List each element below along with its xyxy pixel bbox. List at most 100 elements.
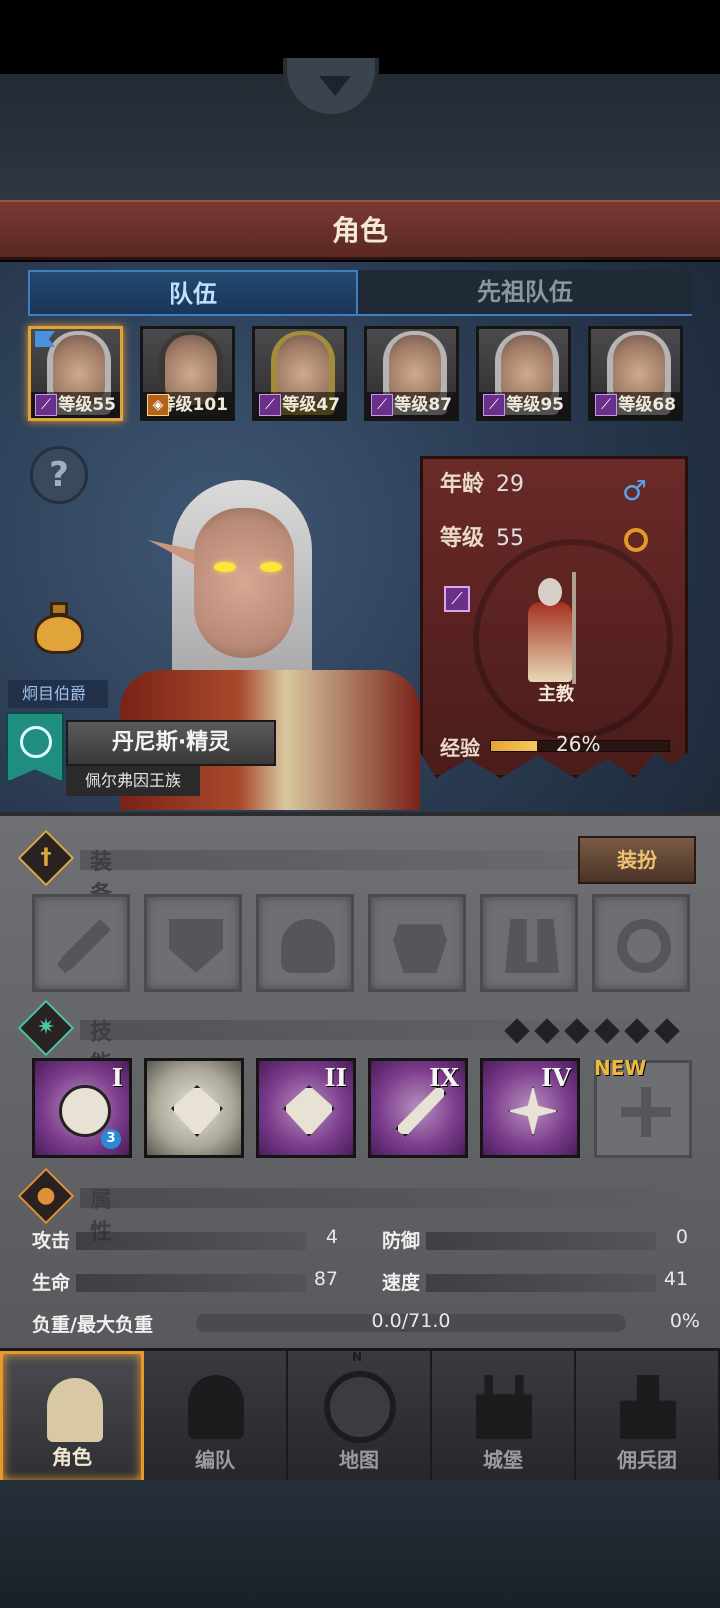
person-icon: ● [36,1183,56,1208]
title-bar: 角色 [0,200,720,260]
xp-label: 经验 [440,736,480,760]
nav-castle[interactable]: 城堡 [432,1351,576,1483]
equip-slot-armor[interactable] [368,894,466,992]
nav-mercenaries[interactable]: 佣兵团 [576,1351,720,1483]
skill-holy-star[interactable]: IV [480,1058,580,1158]
skill-badge: 3 [101,1129,121,1149]
load-value: 0.0/71.0 [371,1310,451,1332]
speed-value: 41 [663,1268,688,1290]
attack-stat: 攻击 4 [32,1226,338,1254]
xp-percent: 26% [556,732,601,756]
nav-map[interactable]: 地图 [288,1351,432,1483]
staff-icon: ⟋ [259,394,281,416]
sword-icon [57,919,111,973]
age-value: 29 [496,472,525,497]
helmet-icon [281,919,335,973]
nav-label: 地图 [339,1448,379,1472]
dress-button[interactable]: 装扮 [578,836,696,884]
hp-label: 生命 [32,1272,71,1294]
level-value: 55 [496,526,525,551]
bottom-background [0,1480,720,1608]
staff-icon: ⟋ [595,394,617,416]
hp-value: 87 [313,1268,338,1290]
shield-icon [169,919,223,973]
skill-crystal-blessing[interactable] [144,1058,244,1158]
roster-hero-6[interactable]: 等级68 ⟋ [588,326,683,421]
leader-flag-icon [35,331,55,347]
nav-label: 城堡 [483,1448,523,1472]
staff-icon: ⟋ [35,394,57,416]
age-row: 年龄 29 [440,466,524,498]
equip-slot-helmet[interactable] [256,894,354,992]
down-arrow-icon [319,76,351,96]
staff-icon [395,1085,447,1137]
speed-stat: 速度 41 [382,1268,688,1296]
male-icon: ♂ [622,474,648,507]
tab-ancestor-team[interactable]: 先祖队伍 [358,270,692,316]
skill-rank: IX [429,1063,459,1092]
skill-crystal-hand[interactable]: II [256,1058,356,1158]
noble-title: 炯目伯爵 [8,680,108,708]
character-house: 佩尔弗因王族 [66,766,200,796]
equip-slot-weapon[interactable] [32,894,130,992]
attack-value: 4 [325,1226,338,1248]
staff-icon: ⟋ [371,394,393,416]
armor-icon [393,924,447,973]
roster-hero-4[interactable]: 等级87 ⟋ [364,326,459,421]
staff-icon: ⟋ [483,394,505,416]
skill-staff-strike[interactable]: IX [368,1058,468,1158]
nav-formation[interactable]: 编队 [144,1351,288,1483]
defense-label: 防御 [382,1230,421,1252]
defense-value: 0 [675,1226,688,1248]
load-label: 负重/最大负重 [32,1314,153,1336]
class-name: 主教 [538,684,574,705]
castle-icon [476,1375,532,1439]
compass-globe-icon [324,1371,396,1443]
cross-icon [621,1087,671,1137]
shield-icon: ◈ [147,394,169,416]
speed-label: 速度 [382,1272,421,1294]
page-title: 角色 [331,214,388,247]
potion-icon[interactable] [30,600,88,658]
boots-icon [505,919,559,973]
marriage-ring-icon[interactable] [624,528,648,552]
roster-hero-1[interactable]: 等级55 ⟋ [28,326,123,421]
xp-fill [491,741,538,751]
level-row: 等级 55 [440,520,524,552]
nav-label: 角色 [52,1445,92,1469]
age-label: 年龄 [440,472,485,497]
nav-label: 佣兵团 [617,1448,677,1472]
nav-character[interactable]: 角色 [0,1351,144,1483]
crystal-icon [171,1085,223,1137]
staff-icon: ⟋ [444,586,470,612]
hp-stat: 生命 87 [32,1268,338,1296]
level-label: 等级 [440,526,485,551]
class-figure [520,572,580,688]
tab-team[interactable]: 队伍 [28,270,358,316]
bottom-nav: 角色 编队 地图 城堡 佣兵团 [0,1348,720,1483]
dagger-icon: † [40,845,52,870]
character-name[interactable]: 丹尼斯·精灵 [66,720,276,766]
skill-whirlwind[interactable]: I 3 [32,1058,132,1158]
help-icon[interactable]: ? [30,446,88,504]
roster-hero-2[interactable]: 等级101 ◈ [140,326,235,421]
skill-rank: IV [541,1063,571,1092]
star-icon: ✷ [36,1015,56,1040]
knight-icon [47,1378,103,1442]
load-percent: 0% [669,1310,700,1332]
skill-rank: I [111,1063,123,1092]
nav-label: 编队 [195,1448,235,1472]
new-badge: NEW [594,1056,647,1080]
roster-hero-5[interactable]: 等级95 ⟋ [476,326,571,421]
equip-slot-boots[interactable] [480,894,578,992]
helmet-icon [188,1375,244,1439]
roster-hero-3[interactable]: 等级47 ⟋ [252,326,347,421]
mercenary-icon [620,1375,676,1439]
equip-slot-shield[interactable] [144,894,242,992]
skill-rank: II [324,1063,347,1092]
compass-north-label: N [352,1350,363,1364]
whirlwind-icon [59,1085,111,1137]
equip-slot-ring[interactable] [592,894,690,992]
ring-icon [617,919,671,973]
crystal-hand-icon [283,1085,335,1137]
